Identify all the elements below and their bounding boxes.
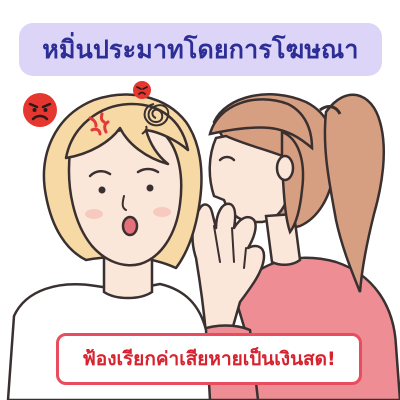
title-text: หมิ่นประมาทโดยการโฆษณา xyxy=(42,34,359,64)
cheek-left xyxy=(85,209,103,219)
caption-text: ฟ้องเรียกค่าเสียหายเป็นเงินสด! xyxy=(82,348,336,370)
title-banner: หมิ่นประมาทโดยการโฆษณา xyxy=(19,23,382,76)
meme-canvas: หมิ่นประมาทโดยการโฆษณา ฟ้องเรียกค่าเสียห… xyxy=(0,0,400,400)
surprised-mouth xyxy=(121,215,139,237)
surprised-woman-eye-left xyxy=(98,186,106,194)
surprised-woman-eye-right xyxy=(146,184,154,192)
angry-face-icon xyxy=(23,93,57,127)
cheek-right xyxy=(153,207,171,217)
whispering-woman-ear xyxy=(275,154,295,182)
angry-face-icon xyxy=(133,81,151,99)
caption-box: ฟ้องเรียกค่าเสียหายเป็นเงินสด! xyxy=(56,333,362,385)
